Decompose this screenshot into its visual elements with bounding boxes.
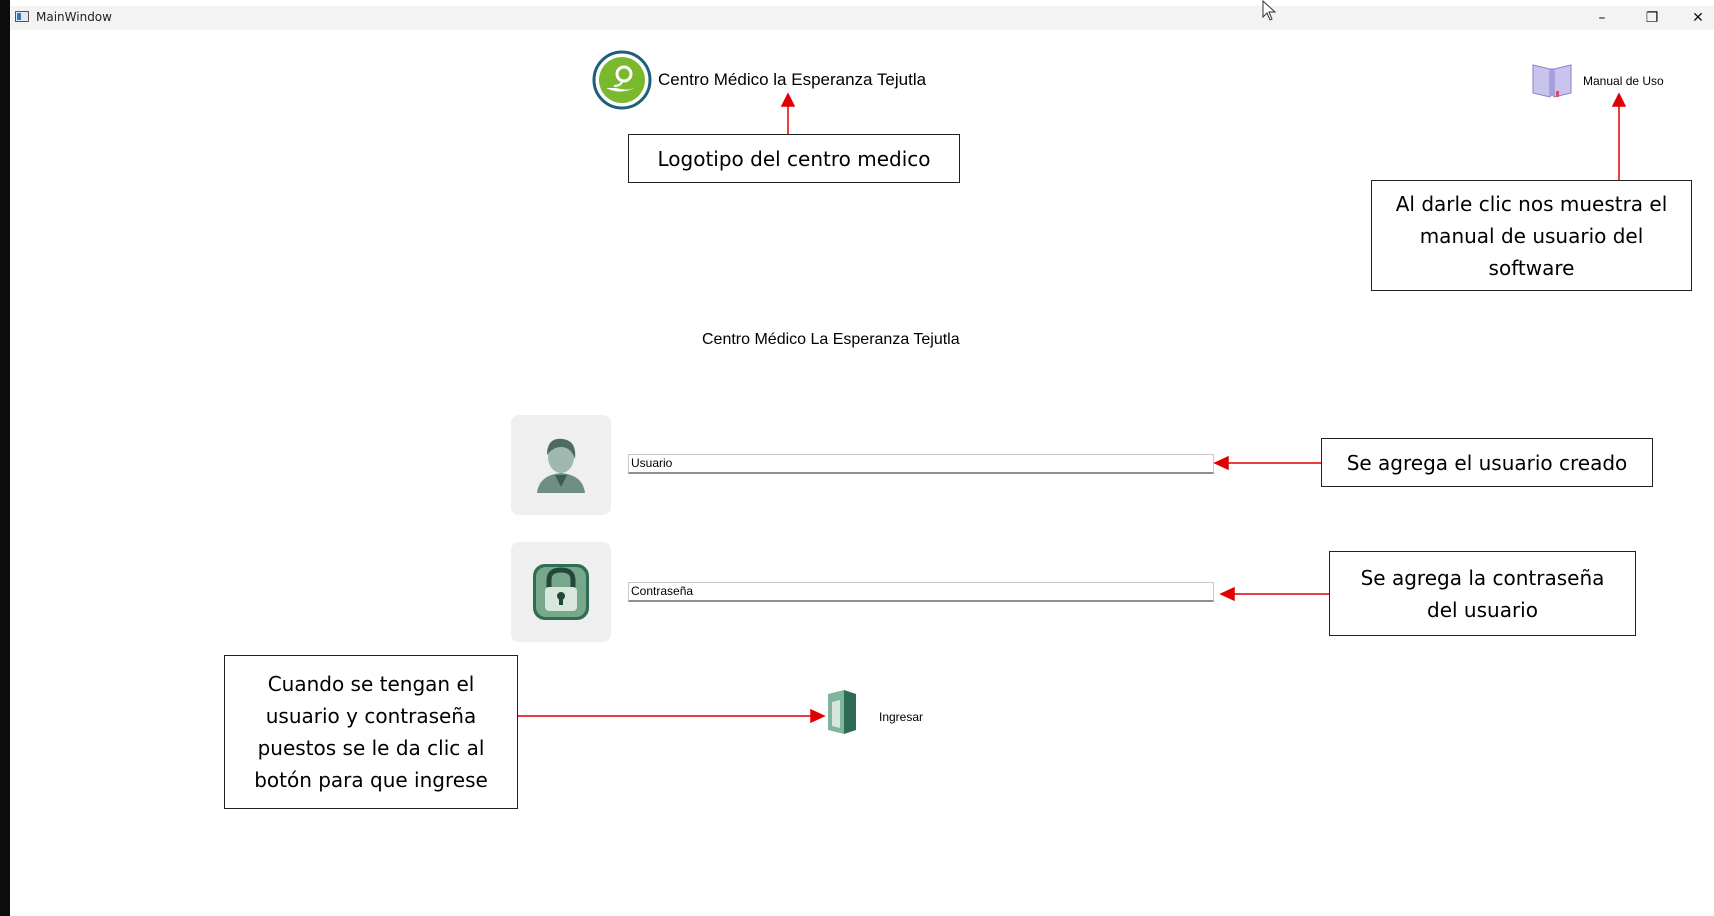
login-button[interactable]: Ingresar <box>824 688 944 738</box>
page-title: Centro Médico La Esperanza Tejutla <box>702 331 960 348</box>
login-arrowhead <box>810 708 826 724</box>
manual-button[interactable]: Manual de Uso <box>1530 60 1690 100</box>
user-icon-tile <box>511 415 611 515</box>
user-icon <box>537 438 585 493</box>
maximize-button[interactable]: ❐ <box>1637 8 1667 28</box>
window-title-bar[interactable]: MainWindow – ❐ ✕ <box>10 6 1714 30</box>
logo-arrowhead <box>780 92 796 107</box>
password-annotation: Se agrega la contraseña del usuario <box>1329 551 1636 636</box>
username-field[interactable]: Usuario <box>628 454 1214 474</box>
window-left-border <box>0 0 10 916</box>
close-button[interactable]: ✕ <box>1683 8 1713 28</box>
login-button-label: Ingresar <box>879 710 924 724</box>
password-arrowhead <box>1219 586 1235 602</box>
logo-annotation: Logotipo del centro medico <box>628 134 960 183</box>
password-field[interactable]: Contraseña <box>628 582 1214 602</box>
logo-label: Centro Médico la Esperanza Tejutla <box>658 70 927 89</box>
password-icon-tile <box>511 542 611 642</box>
manual-annotation: Al darle clic nos muestra el manual de u… <box>1371 180 1692 291</box>
user-arrowhead <box>1213 455 1229 471</box>
medical-logo-icon <box>592 50 652 110</box>
app-icon <box>15 11 29 22</box>
mouse-cursor-icon <box>1262 0 1277 21</box>
manual-button-label: Manual de Uso <box>1583 74 1664 88</box>
login-annotation: Cuando se tengan el usuario y contraseña… <box>224 655 518 809</box>
minimize-button[interactable]: – <box>1587 8 1617 28</box>
door-icon <box>828 690 856 734</box>
user-annotation: Se agrega el usuario creado <box>1321 438 1653 487</box>
window-title: MainWindow <box>36 10 112 24</box>
lock-icon <box>533 564 589 620</box>
book-icon <box>1532 64 1572 98</box>
